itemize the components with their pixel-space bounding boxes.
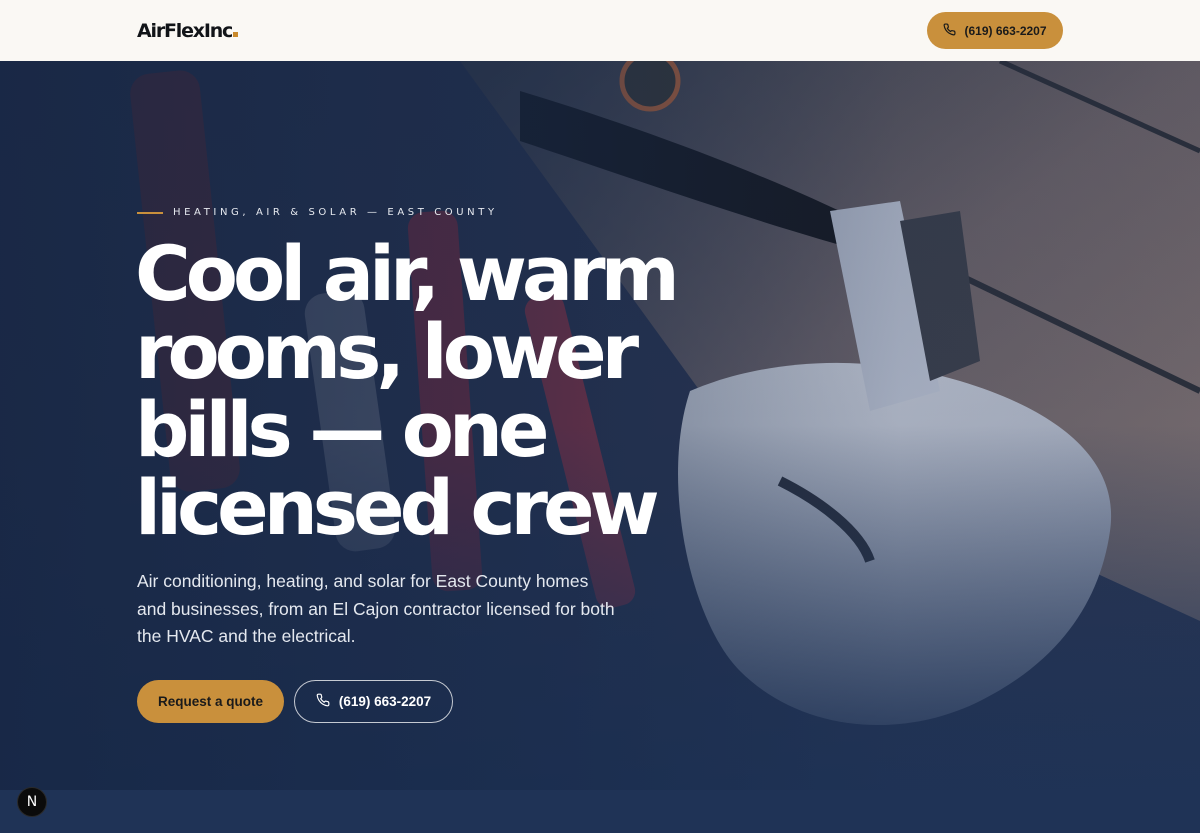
phone-icon xyxy=(943,22,956,39)
header-phone-button[interactable]: (619) 663-2207 xyxy=(927,12,1063,49)
hero-section: HEATING, AIR & SOLAR — EAST COUNTY Cool … xyxy=(0,61,1200,790)
logo-text: AirFlexInc xyxy=(137,19,233,42)
phone-icon xyxy=(316,693,330,710)
hero-subcopy: Air conditioning, heating, and solar for… xyxy=(137,571,615,646)
hero-cta-row: Request a quote (619) 663-2207 xyxy=(137,680,453,723)
eyebrow-line xyxy=(137,211,163,214)
framework-badge[interactable]: N xyxy=(17,787,47,817)
site-logo[interactable]: AirFlexInc xyxy=(137,19,239,42)
hero-eyebrow: HEATING, AIR & SOLAR — EAST COUNTY xyxy=(137,207,498,218)
hero-phone-label: (619) 663-2207 xyxy=(338,694,432,709)
headline-line: Cool air, warm xyxy=(135,229,680,318)
hero-headline: Cool air, warm rooms, lower bills — one … xyxy=(135,235,755,547)
headline-line: licensed crew xyxy=(135,463,660,552)
site-header: AirFlexInc (619) 663-2207 xyxy=(0,0,1200,61)
request-quote-button[interactable]: Request a quote xyxy=(137,680,284,723)
logo-dot xyxy=(233,31,239,37)
headline-line: bills — one xyxy=(135,385,550,474)
header-phone-label: (619) 663-2207 xyxy=(964,23,1047,38)
next-section-band xyxy=(0,790,1200,833)
headline-line: rooms, lower xyxy=(135,307,639,396)
hero-phone-button[interactable]: (619) 663-2207 xyxy=(294,680,453,723)
eyebrow-text: HEATING, AIR & SOLAR — EAST COUNTY xyxy=(173,207,498,218)
